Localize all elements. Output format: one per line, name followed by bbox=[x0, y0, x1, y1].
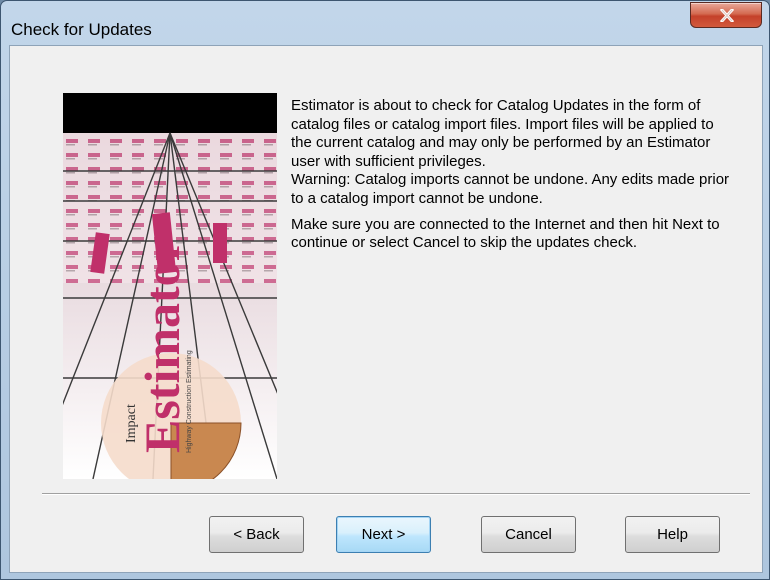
splash-brand-text: Estimator bbox=[134, 239, 190, 453]
next-button[interactable]: Next > bbox=[336, 516, 431, 553]
estimator-splash-image: Estimator Impact Highway Construction Es… bbox=[63, 93, 277, 479]
close-icon bbox=[720, 9, 734, 22]
close-button[interactable] bbox=[690, 2, 762, 28]
button-separator bbox=[42, 493, 750, 495]
dialog-client-area: Estimator Impact Highway Construction Es… bbox=[9, 45, 763, 573]
title-bar[interactable]: Check for Updates bbox=[1, 1, 769, 43]
cancel-button[interactable]: Cancel bbox=[481, 516, 576, 553]
message-paragraph-instructions: Make sure you are connected to the Inter… bbox=[291, 215, 720, 252]
dialog-message: Estimator is about to check for Catalog … bbox=[291, 97, 736, 253]
dialog-window: Check for Updates Estimator Impact Highw… bbox=[0, 0, 770, 580]
back-button[interactable]: < Back bbox=[209, 516, 304, 553]
splash-small-text: Impact bbox=[124, 404, 139, 443]
splash-subtitle-text: Highway Construction Estimating bbox=[186, 350, 193, 453]
message-paragraph-warning: Warning: Catalog imports cannot be undon… bbox=[291, 171, 730, 207]
help-button[interactable]: Help bbox=[625, 516, 720, 553]
message-paragraph-intro: Estimator is about to check for Catalog … bbox=[291, 97, 714, 170]
window-title: Check for Updates bbox=[11, 20, 152, 39]
